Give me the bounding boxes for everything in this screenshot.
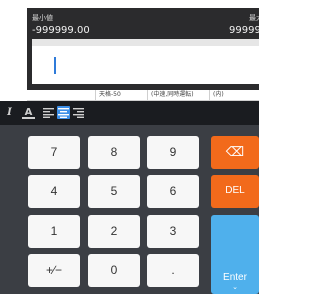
align-center-icon xyxy=(58,108,69,118)
backspace-icon: ⌫ xyxy=(225,144,245,159)
decimal-point-button[interactable]: . xyxy=(147,254,199,287)
table-row: 天格-50 (中速,同時運転) (内) xyxy=(27,90,259,101)
table-cell: 天格-50 xyxy=(95,90,147,100)
table-cell: (内) xyxy=(209,90,259,100)
table-cell: (中速,同時運転) xyxy=(147,90,209,100)
key-7[interactable]: 7 xyxy=(28,136,80,169)
min-label: 最小値 xyxy=(32,14,53,22)
key-2[interactable]: 2 xyxy=(88,215,140,248)
number-input[interactable] xyxy=(32,46,259,84)
del-button[interactable]: DEL xyxy=(211,175,259,208)
key-9[interactable]: 9 xyxy=(147,136,199,169)
key-0[interactable]: 0 xyxy=(88,254,140,287)
screen: 最小値 -999999.00 最大 999999. 天格-50 (中速,同時運転… xyxy=(0,0,259,294)
align-left-button[interactable] xyxy=(42,106,55,119)
text-cursor xyxy=(54,57,56,74)
align-right-icon xyxy=(73,108,84,118)
italic-button[interactable]: I xyxy=(3,106,16,119)
enter-button[interactable]: Enter ⌄ xyxy=(211,215,259,294)
sign-toggle-button[interactable]: +∕− xyxy=(28,254,80,287)
text-color-button[interactable]: A xyxy=(22,106,35,119)
key-5[interactable]: 5 xyxy=(88,175,140,208)
align-right-button[interactable] xyxy=(72,106,85,119)
max-label: 最大 xyxy=(249,14,259,22)
keyboard-toolbar: I A xyxy=(0,101,259,125)
max-value: 999999. xyxy=(229,25,259,36)
key-6[interactable]: 6 xyxy=(147,175,199,208)
chevron-down-icon: ⌄ xyxy=(232,284,238,291)
key-4[interactable]: 4 xyxy=(28,175,80,208)
min-value: -999999.00 xyxy=(32,25,90,36)
align-center-button[interactable] xyxy=(57,106,70,119)
key-1[interactable]: 1 xyxy=(28,215,80,248)
key-3[interactable]: 3 xyxy=(147,215,199,248)
numeric-keyboard: I A 7 8 9 ⌫ 4 5 6 DEL 1 2 3 Enter ⌄ +∕− … xyxy=(0,101,259,294)
enter-label: Enter xyxy=(223,272,247,283)
input-strip xyxy=(32,39,259,46)
range-panel: 最小値 -999999.00 最大 999999. xyxy=(27,8,259,90)
align-left-icon xyxy=(43,108,54,118)
backspace-button[interactable]: ⌫ xyxy=(211,136,259,169)
key-8[interactable]: 8 xyxy=(88,136,140,169)
